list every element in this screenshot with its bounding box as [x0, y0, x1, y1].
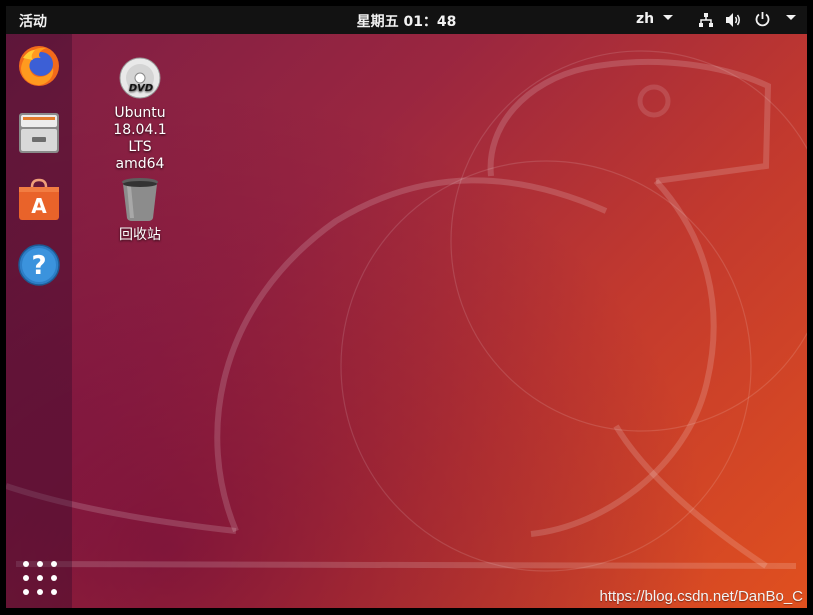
dvd-label-line3: amd64	[115, 156, 165, 172]
watermark-text: https://blog.csdn.net/DanBo_C	[599, 588, 803, 605]
dvd-label-line2: 18.04.1 LTS	[113, 122, 167, 155]
trash-label: 回收站	[119, 227, 161, 243]
chevron-down-icon[interactable]	[786, 15, 796, 20]
chevron-down-icon[interactable]	[663, 15, 673, 20]
help-icon[interactable]: ?	[17, 243, 61, 287]
desktop-icon-trash[interactable]: 回收站	[110, 176, 170, 244]
svg-text:A: A	[31, 194, 47, 218]
software-center-icon[interactable]: A	[17, 177, 61, 221]
dock: A ?	[6, 34, 72, 608]
dvd-icon: DVD	[119, 57, 161, 99]
language-indicator[interactable]: zh	[636, 11, 654, 27]
activities-button[interactable]: 活动	[19, 11, 47, 31]
power-icon[interactable]	[754, 11, 771, 28]
trash-icon	[122, 178, 158, 221]
files-icon[interactable]	[17, 110, 61, 154]
firefox-icon[interactable]	[17, 44, 61, 88]
svg-text:?: ?	[31, 251, 46, 281]
desktop-screen: 活动 星期五 01：48 zh A ? DVD Ubuntu 18.04.1 L…	[6, 6, 807, 608]
desktop-icon-dvd[interactable]: DVD Ubuntu 18.04.1 LTS amd64	[100, 56, 180, 173]
show-applications-icon[interactable]	[20, 558, 60, 598]
dvd-label-line1: Ubuntu	[114, 105, 166, 121]
clock-datetime[interactable]: 星期五 01：48	[357, 14, 457, 30]
top-bar: 活动 星期五 01：48 zh	[6, 6, 807, 34]
network-icon[interactable]	[698, 12, 714, 28]
volume-icon[interactable]	[725, 12, 743, 28]
svg-text:DVD: DVD	[129, 83, 153, 94]
